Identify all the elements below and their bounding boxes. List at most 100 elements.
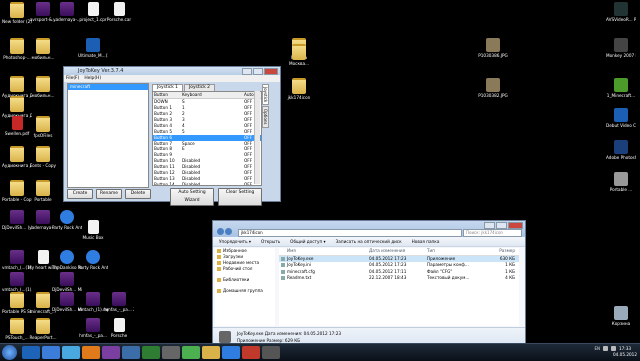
- file-list[interactable]: Имя Дата изменения Тип Размер JoyToKey.e…: [279, 248, 519, 326]
- maximize-button[interactable]: [253, 68, 263, 75]
- taskbar-app-button[interactable]: [142, 346, 160, 359]
- tab-joystick-2[interactable]: Joystick 2: [183, 84, 215, 91]
- profile-list[interactable]: minecraft: [67, 83, 149, 188]
- column-size[interactable]: Размер: [485, 248, 515, 255]
- taskbar-app-button[interactable]: [162, 346, 180, 359]
- tab-options[interactable]: Options: [262, 106, 269, 128]
- close-button[interactable]: [264, 68, 278, 75]
- delete-button[interactable]: Delete: [125, 189, 151, 199]
- taskbar-app-button[interactable]: [182, 346, 200, 359]
- button-mapping-table[interactable]: Button Keyboard Auto DOWN S OFF Button 1 1 OF…: [152, 91, 262, 186]
- burn-button[interactable]: Записать на оптический диск: [336, 237, 402, 246]
- desktop-icon[interactable]: Fonts - Copy: [28, 146, 58, 168]
- clock[interactable]: 17:33 04.05.2012: [613, 346, 637, 358]
- media-icon: [86, 292, 100, 306]
- open-button[interactable]: Открыть: [261, 237, 280, 246]
- table-scrollbar[interactable]: [254, 91, 260, 184]
- desktop-icon[interactable]: Аудиокнига Дениса Гесса...: [2, 96, 32, 118]
- app-icon: [86, 38, 100, 52]
- desktop-icon[interactable]: jkk174icon: [284, 78, 314, 100]
- desktop-icon-label: Adobe Photoshop ...: [606, 155, 636, 160]
- column-date[interactable]: Дата изменения: [369, 248, 427, 255]
- desktop-icon[interactable]: P1030382.JPG: [478, 78, 508, 98]
- minimize-button[interactable]: [484, 222, 495, 229]
- media-icon: [36, 210, 50, 224]
- gray-icon: [614, 172, 628, 186]
- rename-button[interactable]: Rename: [96, 189, 122, 199]
- desktop-icon-label: 1_Minecraft...: [606, 93, 636, 98]
- desktop-icon[interactable]: DjDevilSh... Mix Volodin: [52, 272, 82, 292]
- auto-setting-wizard-button[interactable]: Auto Setting Wizard: [170, 188, 214, 206]
- desktop-icon[interactable]: Porsche.car: [104, 2, 134, 22]
- desktop-icon[interactable]: Москва...: [284, 44, 314, 66]
- menu-file[interactable]: File(F): [66, 75, 79, 82]
- column-button: Button: [154, 92, 169, 97]
- search-input[interactable]: Поиск: jkk174icon: [463, 229, 522, 237]
- folder-icon: [10, 2, 24, 18]
- explorer-titlebar[interactable]: jkk174icon Поиск: jkk174icon: [213, 221, 525, 237]
- forward-button[interactable]: [225, 228, 232, 235]
- tray-lang[interactable]: EN: [594, 346, 600, 351]
- desktop-icon-label: Fonts - Copy: [29, 163, 57, 168]
- new-folder-button[interactable]: Новая папка: [412, 237, 440, 246]
- desktop-icon[interactable]: Music Box: [78, 220, 108, 240]
- desktop-icon[interactable]: мобильн...: [28, 38, 58, 60]
- organize-button[interactable]: Упорядочить ▾: [219, 237, 251, 246]
- taskbar-app-button[interactable]: [122, 346, 140, 359]
- tab-joystick-side[interactable]: Joystick: [262, 84, 269, 106]
- taskbar-app-button[interactable]: [202, 346, 220, 359]
- address-bar[interactable]: jkk174icon: [238, 229, 462, 237]
- table-row[interactable]: Button 14 Disabled OFF: [153, 182, 261, 185]
- desktop-icon[interactable]: Корзина: [606, 306, 636, 326]
- desktop-icon[interactable]: 1_Minecraft...: [606, 78, 636, 98]
- clear-setting-button[interactable]: Clear Setting: [218, 188, 262, 206]
- taskbar-app-button[interactable]: [82, 346, 100, 359]
- window-controls: [242, 68, 278, 75]
- taskbar-app-button[interactable]: [222, 346, 240, 359]
- menu-help[interactable]: Help(H): [84, 75, 101, 82]
- taskbar-app-button[interactable]: [102, 346, 120, 359]
- desktop-icon[interactable]: Porsche: [104, 318, 134, 338]
- desktop-icon[interactable]: Debut Video Capture S...: [606, 108, 636, 128]
- desktop-icon[interactable]: ReaperPort...: [28, 318, 58, 340]
- desktop-icon-label: fpsOFiles: [33, 133, 53, 138]
- column-type[interactable]: Тип: [427, 248, 485, 255]
- desktop-icon[interactable]: fpsOFiles: [28, 116, 58, 138]
- close-button[interactable]: [508, 222, 523, 229]
- file-name: Readme.txt: [279, 275, 369, 282]
- desktop-icon[interactable]: Ultimate_M...(1)_CIB_iso: [78, 38, 108, 58]
- desktop-icon[interactable]: AVSVideoR... Portable.exe: [606, 2, 636, 22]
- taskbar-app-button[interactable]: [42, 346, 60, 359]
- desktop-icon[interactable]: hmfas_-_pa... Zuozo mp3: [104, 292, 134, 312]
- share-button[interactable]: Общий доступ ▾: [290, 237, 325, 246]
- taskbar-app-button[interactable]: [62, 346, 80, 359]
- nav-item[interactable]: Домашняя группа: [215, 288, 275, 294]
- taskbar-app-button[interactable]: [22, 346, 40, 359]
- taskbar-app-button[interactable]: [242, 346, 260, 359]
- desktop-icon[interactable]: vmtach_(...(1).mp3: [2, 272, 32, 292]
- desktop-icon-label: P1030382.JPG: [478, 93, 508, 98]
- back-button[interactable]: [217, 228, 224, 235]
- desktop-icon[interactable]: Monkey 2007 Home & ...: [606, 38, 636, 58]
- folder-icon: [36, 38, 50, 54]
- start-button[interactable]: [2, 345, 17, 360]
- desktop-icon[interactable]: Party Rock Anthem (F...: [78, 250, 108, 270]
- desktop-icon[interactable]: Portable ...: [606, 172, 636, 192]
- folder-icon: [36, 116, 50, 132]
- network-icon[interactable]: [603, 346, 608, 351]
- minimize-button[interactable]: [242, 68, 252, 75]
- desktop-icon[interactable]: Adobe Photoshop ...: [606, 140, 636, 160]
- joytokey-titlebar[interactable]: JoyToKey Ver.3.7.4: [64, 67, 280, 75]
- tab-joystick-1[interactable]: Joystick 1: [152, 84, 183, 91]
- desktop-icon[interactable]: P1030386.JPG: [478, 38, 508, 58]
- desktop-icon[interactable]: мобильн...: [28, 76, 58, 98]
- file-row[interactable]: Readme.txt 22.12.2007 18:43 Текстовый доку…: [279, 275, 519, 282]
- maximize-button[interactable]: [496, 222, 507, 229]
- taskbar-app-button[interactable]: [262, 346, 280, 359]
- profile-item[interactable]: minecraft: [68, 84, 148, 90]
- column-name[interactable]: Имя: [279, 248, 369, 255]
- create-button[interactable]: Create: [67, 189, 93, 199]
- green-icon: [614, 78, 628, 92]
- desktop-icon[interactable]: Portable: [28, 180, 58, 202]
- column-keyboard: Keyboard: [182, 92, 202, 97]
